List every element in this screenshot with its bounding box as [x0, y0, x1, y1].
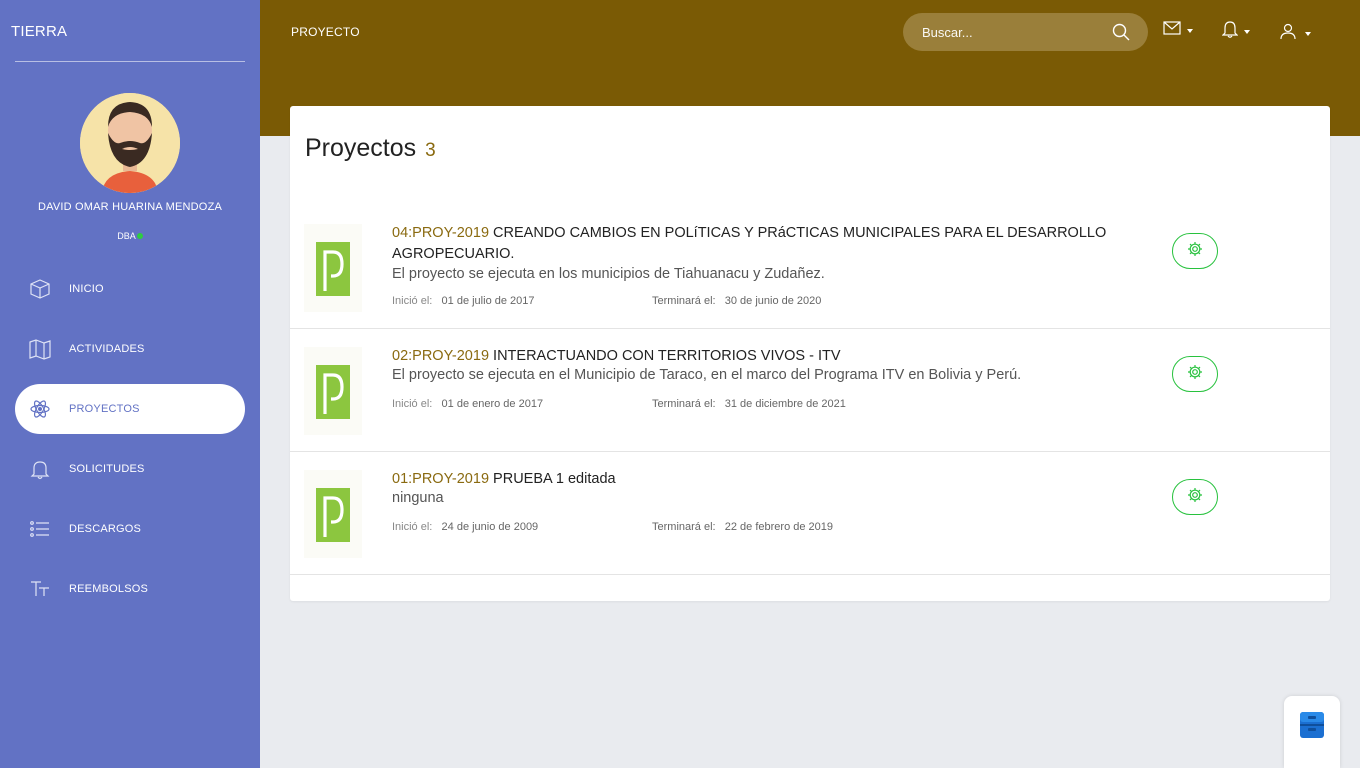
chevron-down-icon [1187, 28, 1193, 33]
project-code[interactable]: 01:PROY-2019 [392, 471, 489, 487]
project-logo [304, 224, 362, 312]
card-title-text: Proyectos [305, 134, 417, 162]
sidebar-item-inicio[interactable]: INICIO [15, 264, 245, 314]
end-label: Terminará el: [652, 398, 716, 410]
start-label: Inició el: [392, 295, 433, 307]
search-input[interactable] [922, 24, 1102, 40]
brand-title[interactable]: TIERRA [11, 23, 67, 40]
project-code[interactable]: 02:PROY-2019 [392, 348, 489, 364]
page-title: PROYECTO [291, 25, 360, 39]
project-code[interactable]: 04:PROY-2019 [392, 225, 489, 241]
end-date: 31 de diciembre de 2021 [724, 398, 846, 410]
project-header: 01:PROY-2019 PRUEBA 1 editada [392, 469, 1132, 490]
project-end: Terminará el: 22 de febrero de 2019 [652, 521, 833, 533]
sidebar-item-label: PROYECTOS [69, 403, 140, 415]
atom-icon [29, 398, 51, 420]
project-header: 04:PROY-2019 CREANDO CAMBIOS EN POLíTICA… [392, 223, 1132, 265]
online-status-dot [136, 232, 143, 239]
archive-box-icon [1297, 710, 1327, 768]
sidebar-item-label: SOLICITUDES [69, 463, 145, 475]
user-menu-dropdown[interactable] [1280, 23, 1311, 44]
project-row: 02:PROY-2019 INTERACTUANDO CON TERRITORI… [290, 329, 1330, 452]
sidebar-item-label: INICIO [69, 283, 104, 295]
chevron-down-icon [1305, 31, 1311, 36]
sidebar: TIERRA DAVID OMAR HUARINA MENDOZA DBA IN… [0, 0, 260, 768]
role-label: DBA [117, 231, 136, 241]
card-title: Proyectos 3 [305, 134, 436, 163]
gear-icon [1187, 241, 1203, 262]
sidebar-item-reembolsos[interactable]: REEMBOLSOS [15, 564, 245, 614]
search-icon[interactable] [1112, 23, 1130, 46]
avatar[interactable] [80, 93, 180, 193]
project-settings-button[interactable] [1172, 233, 1218, 269]
list-icon [29, 518, 51, 540]
start-date: 24 de junio de 2009 [441, 521, 539, 533]
project-description: ninguna [392, 490, 444, 506]
user-icon [1280, 23, 1296, 44]
sidebar-item-descargos[interactable]: DESCARGOS [15, 504, 245, 554]
project-logo [304, 470, 362, 558]
messages-dropdown[interactable] [1163, 21, 1193, 40]
sidebar-item-label: ACTIVIDADES [69, 343, 145, 355]
project-name: INTERACTUANDO CON TERRITORIOS VIVOS - IT… [493, 348, 841, 364]
project-settings-button[interactable] [1172, 479, 1218, 515]
project-row: 04:PROY-2019 CREANDO CAMBIOS EN POLíTICA… [290, 206, 1330, 329]
start-label: Inició el: [392, 521, 433, 533]
bell-icon [29, 458, 51, 480]
sidebar-item-proyectos[interactable]: PROYECTOS [15, 384, 245, 434]
sidebar-nav: INICIO ACTIVIDADES PROYECTOS SOLICITUDES… [15, 264, 245, 624]
gear-icon [1187, 487, 1203, 508]
start-date: 01 de julio de 2017 [441, 295, 535, 307]
project-start: Inició el: 24 de junio de 2009 [392, 521, 538, 533]
end-label: Terminará el: [652, 521, 716, 533]
bell-icon [1221, 20, 1239, 43]
project-count: 3 [425, 140, 436, 161]
notifications-dropdown[interactable] [1221, 20, 1250, 43]
user-role: DBA [0, 231, 260, 241]
project-header: 02:PROY-2019 INTERACTUANDO CON TERRITORI… [392, 346, 1132, 367]
chevron-down-icon [1244, 29, 1250, 34]
sidebar-item-solicitudes[interactable]: SOLICITUDES [15, 444, 245, 494]
floating-widget-button[interactable] [1284, 696, 1340, 768]
project-end: Terminará el: 31 de diciembre de 2021 [652, 398, 846, 410]
sidebar-item-label: REEMBOLSOS [69, 583, 149, 595]
end-date: 22 de febrero de 2019 [724, 521, 834, 533]
project-description: El proyecto se ejecuta en el Municipio d… [392, 367, 1022, 383]
projects-card: Proyectos 3 04:PROY-2019 CREANDO CAMBIOS… [290, 106, 1330, 601]
project-start: Inició el: 01 de julio de 2017 [392, 295, 535, 307]
end-date: 30 de junio de 2020 [724, 295, 822, 307]
project-row: 01:PROY-2019 PRUEBA 1 editada ninguna In… [290, 452, 1330, 575]
project-start: Inició el: 01 de enero de 2017 [392, 398, 543, 410]
mail-icon [1163, 21, 1181, 40]
project-settings-button[interactable] [1172, 356, 1218, 392]
divider [15, 61, 245, 62]
gear-icon [1187, 364, 1203, 385]
project-description: El proyecto se ejecuta en los municipios… [392, 266, 825, 282]
sidebar-item-actividades[interactable]: ACTIVIDADES [15, 324, 245, 374]
map-icon [29, 338, 51, 360]
cube-icon [29, 278, 51, 300]
end-label: Terminará el: [652, 295, 716, 307]
project-name: CREANDO CAMBIOS EN POLíTICAS Y PRáCTICAS… [392, 225, 1107, 262]
start-label: Inició el: [392, 398, 433, 410]
sidebar-item-label: DESCARGOS [69, 523, 142, 535]
user-name: DAVID OMAR HUARINA MENDOZA [37, 201, 223, 213]
project-name: PRUEBA 1 editada [493, 471, 616, 487]
start-date: 01 de enero de 2017 [441, 398, 544, 410]
project-logo [304, 347, 362, 435]
text-size-icon [29, 578, 51, 600]
project-end: Terminará el: 30 de junio de 2020 [652, 295, 821, 307]
search-box [903, 13, 1148, 51]
